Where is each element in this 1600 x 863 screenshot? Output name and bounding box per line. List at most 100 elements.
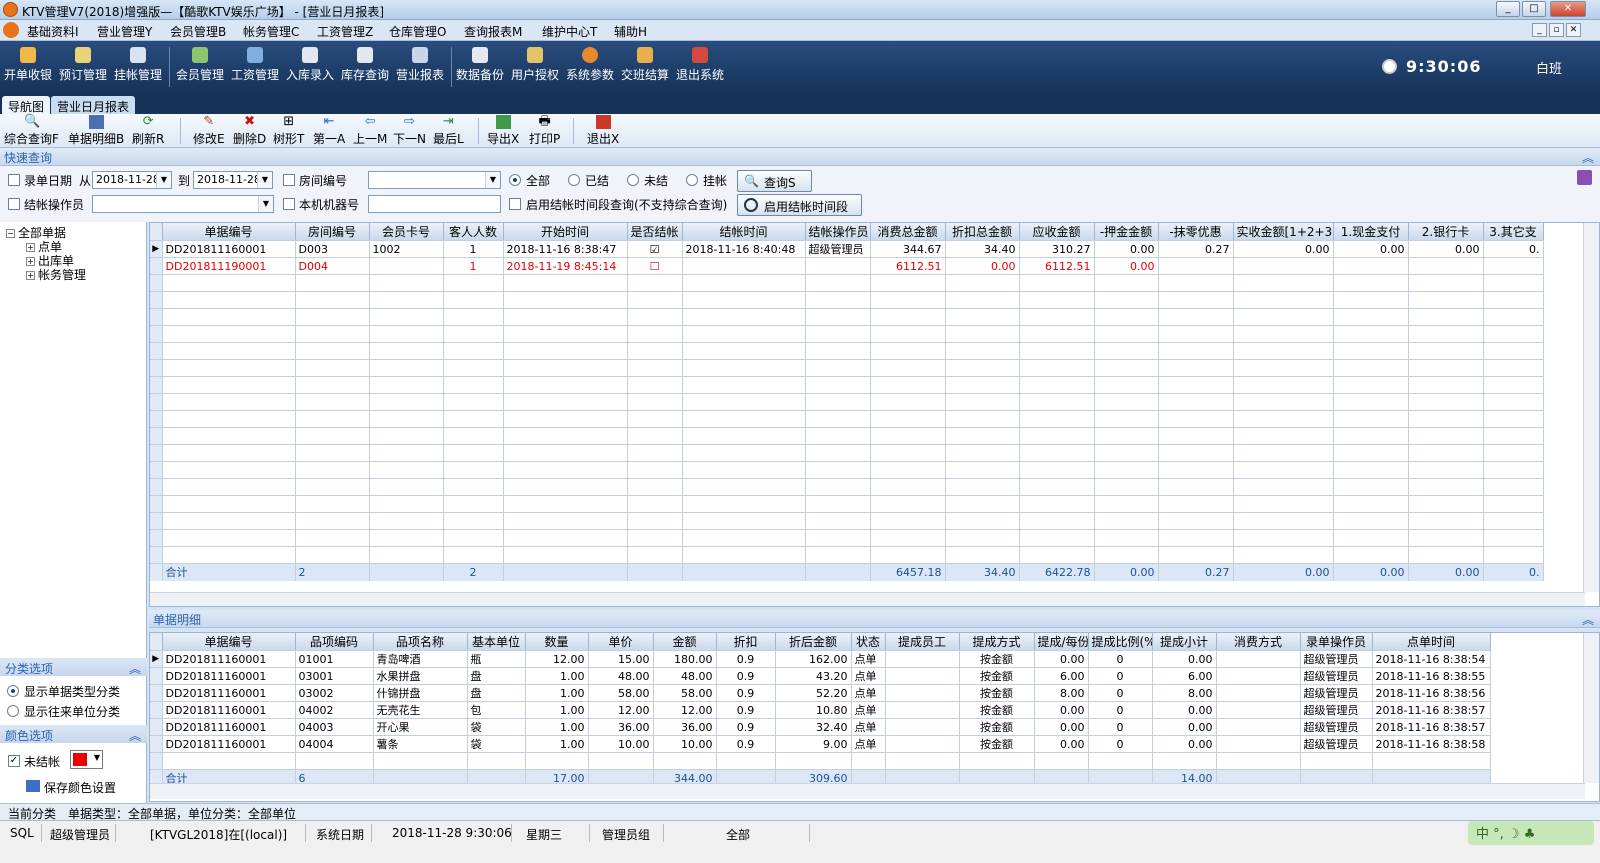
class-type-radio[interactable] [7, 685, 19, 697]
chevron-down-icon[interactable]: ▼ [156, 172, 171, 188]
row-indicator[interactable] [150, 529, 163, 547]
export-button[interactable]: 导出X [487, 115, 519, 147]
column-header[interactable]: 是否结帐 [627, 223, 683, 241]
row-indicator[interactable] [150, 684, 163, 702]
business-report-button[interactable]: 营业报表 [396, 45, 444, 83]
menu-member[interactable]: 会员管理B [170, 23, 226, 40]
row-indicator[interactable] [150, 701, 163, 719]
mdi-close-icon[interactable]: ✕ [1566, 23, 1581, 37]
close-icon[interactable]: ✕ [1550, 1, 1586, 17]
first-button[interactable]: ⇤ 第一A [313, 115, 345, 147]
table-row[interactable] [150, 376, 1544, 394]
date-checkbox[interactable] [8, 174, 20, 186]
next-button[interactable]: ⇨ 下一N [393, 115, 426, 147]
room-checkbox[interactable] [283, 174, 295, 186]
refresh-button[interactable]: ⟳ 刷新R [132, 115, 164, 147]
table-row[interactable] [150, 478, 1544, 496]
on-account-button[interactable]: 挂帐管理 [114, 45, 162, 83]
column-header[interactable]: 金额 [653, 633, 717, 651]
column-header[interactable]: 2.银行卡 [1408, 223, 1484, 241]
column-header[interactable]: 折后金额 [775, 633, 852, 651]
row-indicator[interactable] [150, 274, 163, 292]
status-onaccount-radio[interactable] [686, 174, 698, 186]
menu-reports[interactable]: 查询报表M [464, 23, 522, 40]
row-indicator[interactable] [150, 427, 163, 445]
stock-query-button[interactable]: 库存查询 [341, 45, 389, 83]
member-mgmt-button[interactable]: 会员管理 [176, 45, 224, 83]
collapse-icon[interactable]: ︽ [1582, 611, 1594, 628]
column-header[interactable]: 1.现金支付 [1333, 223, 1409, 241]
timeslot-button[interactable]: 启用结帐时间段 [737, 194, 862, 216]
column-header[interactable]: 提成/每份 [1034, 633, 1089, 651]
operator-select[interactable]: ▼ [92, 195, 274, 213]
table-row[interactable] [150, 291, 1544, 309]
menu-salary[interactable]: 工资管理Z [317, 23, 373, 40]
expand-icon[interactable]: + [26, 243, 35, 252]
column-header[interactable]: 3.其它支 [1483, 223, 1544, 241]
open-bill-button[interactable]: 开单收银 [4, 45, 52, 83]
row-indicator[interactable] [150, 308, 163, 326]
mdi-restore-icon[interactable]: ▫ [1549, 23, 1564, 37]
row-indicator[interactable] [150, 478, 163, 496]
column-header[interactable]: 消费方式 [1216, 633, 1301, 651]
row-indicator[interactable] [150, 410, 163, 428]
row-indicator[interactable] [150, 546, 163, 564]
exit-report-button[interactable]: 退出X [587, 115, 619, 147]
chevron-down-icon[interactable]: ▼ [257, 172, 272, 188]
column-header[interactable]: 状态 [851, 633, 886, 651]
table-row[interactable] [150, 529, 1544, 547]
chevron-down-icon[interactable]: ▼ [94, 753, 100, 762]
tree-item-accounts[interactable]: + 帐务管理 [26, 266, 86, 283]
horizontal-scrollbar[interactable] [150, 783, 1585, 799]
menu-basic[interactable]: 基础资料I [27, 23, 79, 40]
combined-query-button[interactable]: 🔍 综合查询F [4, 115, 59, 147]
column-header[interactable]: 基本单位 [467, 633, 526, 651]
row-indicator[interactable]: ▶ [150, 650, 163, 668]
mdi-minimize-icon[interactable]: _ [1532, 23, 1547, 37]
print-button[interactable]: 🖶 打印P [529, 115, 560, 147]
column-header[interactable]: 点单时间 [1372, 633, 1491, 651]
table-row[interactable] [150, 393, 1544, 411]
table-row[interactable] [150, 410, 1544, 428]
shift-settle-button[interactable]: 交班结算 [621, 45, 669, 83]
row-indicator[interactable] [150, 342, 163, 360]
column-header[interactable]: 品项编码 [295, 633, 374, 651]
table-row[interactable]: DD201811160001 04004 薯条袋 1.00 10.00 10.00 0.9 9… [150, 735, 1491, 753]
class-options-header[interactable]: 分类选项 ︽ [0, 658, 147, 676]
column-header[interactable]: 单据编号 [162, 633, 296, 651]
collapse-icon[interactable]: ︽ [1582, 149, 1594, 166]
tree-button[interactable]: ⊞ 树形T [273, 115, 304, 147]
row-indicator[interactable] [150, 257, 163, 275]
row-indicator[interactable] [150, 376, 163, 394]
table-row[interactable]: DD201811160001 04003 开心果袋 1.00 36.00 36.00 0.9… [150, 718, 1491, 736]
table-row[interactable] [150, 546, 1544, 564]
column-header[interactable]: 折扣 [716, 633, 776, 651]
user-auth-button[interactable]: 用户授权 [511, 45, 559, 83]
table-row[interactable] [150, 359, 1544, 377]
table-row[interactable]: DD201811160001 03001 水果拼盘盘 1.00 48.00 48.00 0.… [150, 667, 1491, 685]
table-row[interactable] [150, 427, 1544, 445]
table-row[interactable]: ▶ DD201811160001 01001 青岛啤酒瓶 12.00 15.00 180.0… [150, 650, 1491, 668]
tab-daily-report[interactable]: 营业日月报表 [51, 96, 136, 114]
column-header[interactable]: 单价 [588, 633, 654, 651]
table-row[interactable]: DD201811190001 D004 1 2018-11-19 8:45:14 ☐ 61… [150, 257, 1544, 275]
table-row[interactable] [150, 461, 1544, 479]
table-row[interactable] [150, 512, 1544, 530]
room-select[interactable]: ▼ [368, 171, 501, 189]
column-header[interactable]: 录单操作员 [1300, 633, 1373, 651]
expand-icon[interactable]: + [26, 257, 35, 266]
column-header[interactable]: 提成比例(%) [1088, 633, 1153, 651]
column-header[interactable]: 折扣总金额 [945, 223, 1020, 241]
table-row[interactable]: DD201811160001 04002 无壳花生包 1.00 12.00 12.00 0.… [150, 701, 1491, 719]
menu-accounts[interactable]: 帐务管理C [243, 23, 299, 40]
chevron-down-icon[interactable]: ▼ [258, 196, 273, 212]
delete-button[interactable]: ✖ 删除D [233, 115, 266, 147]
row-indicator[interactable]: ▶ [150, 240, 163, 258]
color-picker[interactable]: ▼ [70, 750, 103, 769]
collapse-icon[interactable]: ︽ [129, 660, 141, 677]
ime-indicator[interactable]: 中 °, ☽ ♣ [1468, 821, 1594, 845]
column-header[interactable]: -押金金额 [1094, 223, 1159, 241]
tab-navigation[interactable]: 导航图 [2, 96, 51, 114]
row-indicator[interactable] [150, 495, 163, 513]
machine-checkbox[interactable] [283, 198, 295, 210]
